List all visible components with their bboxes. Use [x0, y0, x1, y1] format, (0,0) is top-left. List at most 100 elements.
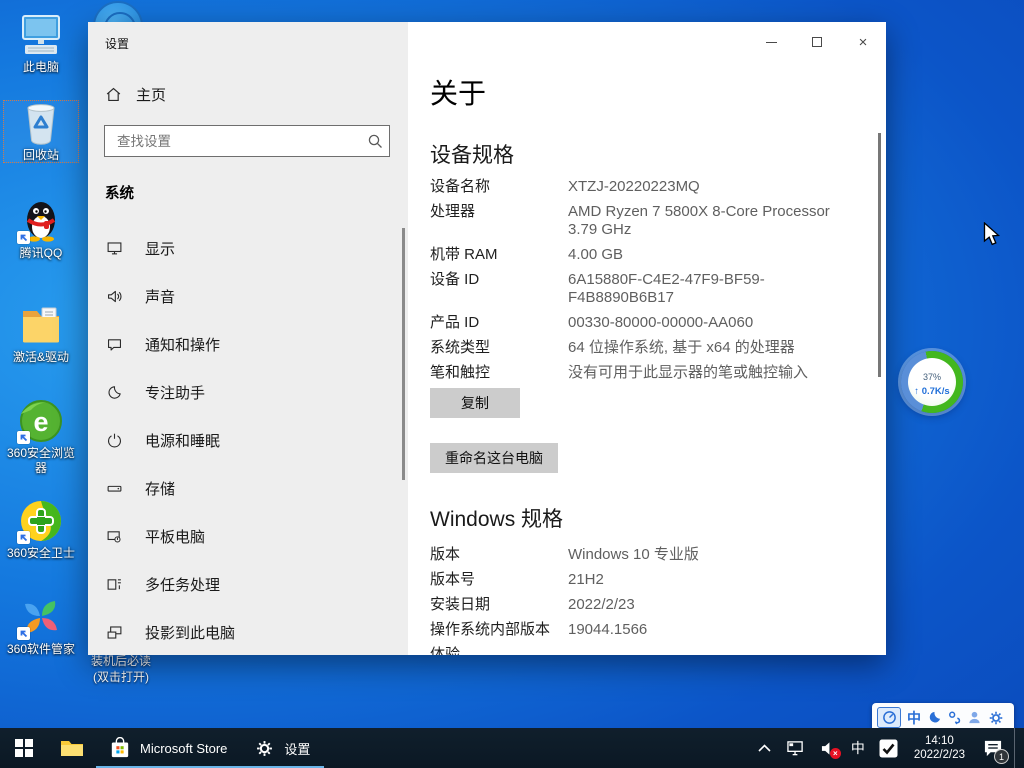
spec-label: 处理器: [430, 203, 568, 239]
desktop-icon-qq[interactable]: 腾讯QQ: [3, 198, 79, 261]
desktop-icon-this-pc[interactable]: 此电脑: [3, 12, 79, 75]
spec-row: 设备名称 XTZJ-20220223MQ: [430, 178, 870, 196]
sidebar-item-label: 电源和睡眠: [145, 430, 220, 451]
settings-window: 设置 主页 系统: [88, 22, 886, 655]
spec-label: 产品 ID: [430, 314, 568, 332]
sidebar-item-power-sleep[interactable]: 电源和睡眠: [88, 416, 404, 464]
spec-value: 4.00 GB: [568, 246, 870, 264]
taskbar-button-settings[interactable]: 设置: [241, 728, 324, 768]
minimize-button[interactable]: [748, 22, 794, 62]
sidebar-item-storage[interactable]: 存储: [88, 464, 404, 512]
sidebar-item-tablet[interactable]: 平板电脑: [88, 512, 404, 560]
close-icon: ×: [859, 35, 868, 50]
desktop-icon-label: 激活&驱动: [3, 350, 79, 365]
recycle-bin-icon: [17, 100, 65, 146]
tablet-icon: [106, 528, 123, 545]
window-title: 设置: [105, 35, 129, 52]
desktop-icon-readme-label[interactable]: 装机后必读(双击打开): [86, 653, 156, 685]
microsoft-store-icon: [110, 737, 130, 759]
taskbar-clock[interactable]: 14:10 2022/2/23: [907, 734, 972, 762]
notifications-icon: [106, 336, 123, 353]
sidebar-item-sound[interactable]: 声音: [88, 272, 404, 320]
svg-text:e: e: [33, 407, 48, 437]
settings-main-pane: 关于 设备规格 设备名称 XTZJ-20220223MQ 处理器 AMD Ryz…: [408, 22, 886, 655]
360-speed-ball-face: 37% ↑ 0.7K/s: [908, 358, 956, 406]
rename-pc-button[interactable]: 重命名这台电脑: [430, 443, 558, 473]
search-input[interactable]: [105, 134, 363, 149]
shortcut-arrow-icon: [17, 627, 30, 640]
spec-value: AMD Ryzen 7 5800X 8-Core Processor 3.79 …: [568, 203, 853, 239]
taskbar-button-label: Microsoft Store: [140, 741, 227, 756]
projecting-icon: [106, 624, 123, 641]
desktop-icon-label: 此电脑: [3, 60, 79, 75]
start-button[interactable]: [0, 728, 48, 768]
sidebar-item-multitasking[interactable]: 多任务处理: [88, 560, 404, 608]
file-explorer-button[interactable]: [48, 728, 96, 768]
action-center-button[interactable]: 1: [976, 728, 1010, 768]
content-scrollbar[interactable]: [878, 133, 881, 377]
power-icon: [106, 432, 123, 449]
desktop-icon-label: 回收站: [3, 148, 79, 163]
desktop-icon-label: 腾讯QQ: [3, 246, 79, 261]
sidebar-list: 显示 声音 通知和操作: [88, 224, 404, 656]
desktop-icon-360-software-manager[interactable]: 360软件管家: [3, 594, 79, 657]
sidebar-item-label: 平板电脑: [145, 526, 205, 547]
tray-360-icon[interactable]: [874, 728, 903, 768]
360-speed-ball[interactable]: 37% ↑ 0.7K/s: [901, 351, 963, 413]
360-safeguard-icon: [17, 498, 65, 544]
volume-mute-badge: ×: [830, 748, 841, 759]
ime-punctuation-icon[interactable]: [948, 710, 961, 725]
desktop-icon-recycle-bin[interactable]: 回收站: [3, 100, 79, 163]
sidebar-item-focus-assist[interactable]: 专注助手: [88, 368, 404, 416]
ime-chinese-mode-icon[interactable]: 中: [907, 708, 921, 728]
settings-search-box: [104, 125, 390, 157]
sidebar-scrollbar[interactable]: [402, 228, 405, 480]
sidebar-item-label: 存储: [145, 478, 175, 499]
shortcut-arrow-icon: [17, 431, 30, 444]
sidebar-home-label: 主页: [136, 84, 166, 105]
spec-label: 机带 RAM: [430, 246, 568, 264]
close-button[interactable]: ×: [840, 22, 886, 62]
ime-night-mode-icon[interactable]: [927, 710, 942, 725]
multitasking-icon: [106, 576, 123, 593]
desktop: 此电脑 回收站: [0, 0, 1024, 768]
tray-ime-indicator[interactable]: 中: [846, 728, 870, 768]
sidebar-item-display[interactable]: 显示: [88, 224, 404, 272]
ime-account-icon[interactable]: [967, 710, 982, 725]
sidebar-item-label: 显示: [145, 238, 175, 259]
clock-date: 2022/2/23: [914, 748, 965, 762]
display-icon: [106, 240, 123, 257]
show-desktop-button[interactable]: [1014, 728, 1022, 768]
taskbar-button-microsoft-store[interactable]: Microsoft Store: [96, 728, 241, 768]
spec-row: 机带 RAM 4.00 GB: [430, 246, 870, 264]
desktop-icon-activation[interactable]: 激活&驱动: [3, 302, 79, 365]
minimize-icon: [766, 42, 777, 43]
search-icon[interactable]: [363, 133, 389, 149]
spec-label: 体验: [430, 646, 568, 655]
desktop-icon-360-safeguard[interactable]: 360安全卫士: [3, 498, 79, 561]
desktop-icon-360-browser[interactable]: e 360安全浏览器: [3, 398, 79, 476]
tray-chevron-up-icon[interactable]: [753, 728, 776, 768]
spec-value: 6A15880F-C4E2-47F9-BF59-F4B8890B6B17: [568, 271, 870, 307]
spec-value: 没有可用于此显示器的笔或触控输入: [568, 364, 870, 382]
spec-row: 版本 Windows 10 专业版: [430, 546, 870, 564]
taskbar-button-label: 设置: [284, 739, 310, 758]
tray-volume-muted-icon[interactable]: ×: [815, 728, 842, 768]
sidebar-item-label: 通知和操作: [145, 334, 220, 355]
spec-value: 19044.1566: [568, 621, 870, 639]
sidebar-item-home[interactable]: 主页: [105, 84, 166, 105]
ime-gauge-icon[interactable]: [877, 707, 901, 728]
copy-button[interactable]: 复制: [430, 388, 520, 418]
ime-settings-icon[interactable]: [988, 710, 1004, 726]
spec-label: 操作系统内部版本: [430, 621, 568, 639]
device-spec-title: 设备规格: [430, 139, 514, 169]
spec-value: [568, 646, 870, 655]
maximize-icon: [812, 37, 822, 47]
sidebar-item-projecting[interactable]: 投影到此电脑: [88, 608, 404, 656]
memory-percent: 37: [923, 372, 933, 382]
tray-network-icon[interactable]: [780, 728, 811, 768]
maximize-button[interactable]: [794, 22, 840, 62]
spec-row: 笔和触控 没有可用于此显示器的笔或触控输入: [430, 364, 870, 382]
sidebar-item-notifications[interactable]: 通知和操作: [88, 320, 404, 368]
spec-label: 笔和触控: [430, 364, 568, 382]
